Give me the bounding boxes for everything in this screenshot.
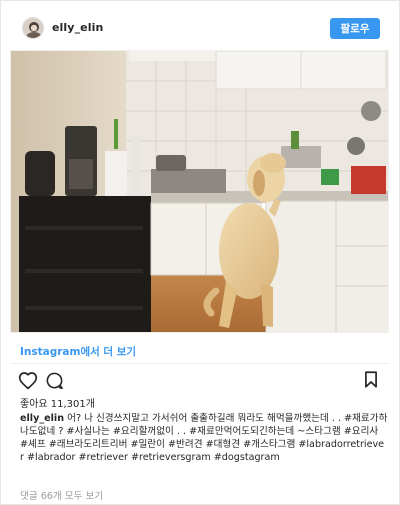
avatar-image bbox=[23, 18, 43, 38]
divider bbox=[10, 363, 389, 364]
kitchen-dog-photo bbox=[11, 51, 388, 332]
username-link[interactable]: elly_elin bbox=[52, 21, 103, 34]
bookmark-icon[interactable] bbox=[364, 371, 378, 388]
heart-icon[interactable] bbox=[18, 371, 38, 390]
post-caption: elly_elin 어? 나 신경쓰지말고 가서쉬어 출출하길래 뭐라도 해먹을… bbox=[20, 412, 388, 464]
avatar[interactable] bbox=[22, 17, 44, 39]
follow-button[interactable]: 팔로우 bbox=[330, 18, 380, 39]
post-photo[interactable] bbox=[10, 50, 389, 333]
caption-text: 어? 나 신경쓰지말고 가서쉬어 출출하길래 뭐라도 해먹을까했는데 . . #… bbox=[20, 413, 388, 463]
post-card: elly_elin 팔로우 Instagram에서 더 보기 좋아요 11,30… bbox=[0, 0, 400, 505]
caption-author[interactable]: elly_elin bbox=[20, 413, 64, 424]
view-on-instagram-link[interactable]: Instagram에서 더 보기 bbox=[20, 344, 136, 359]
comment-icon[interactable] bbox=[45, 371, 64, 390]
likes-count[interactable]: 좋아요 11,301개 bbox=[20, 395, 95, 410]
view-all-comments-link[interactable]: 댓글 66개 모두 보기 bbox=[20, 488, 103, 502]
